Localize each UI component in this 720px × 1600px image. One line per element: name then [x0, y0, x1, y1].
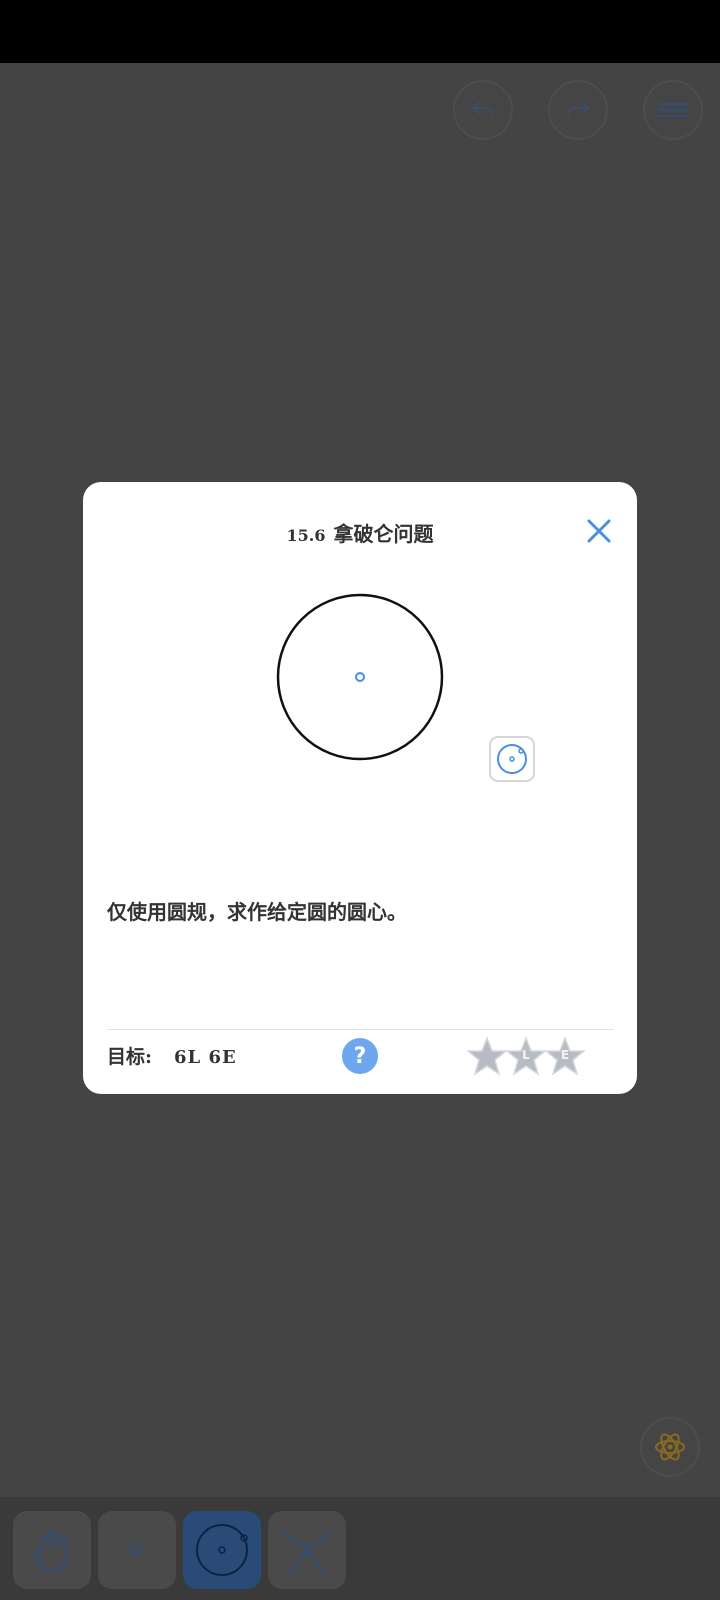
center-point [355, 672, 365, 682]
hand-tool[interactable] [13, 1511, 91, 1589]
hamburger-menu-icon [658, 99, 688, 121]
status-bar [0, 0, 720, 63]
star-label-l: L [522, 1048, 530, 1062]
hand-icon [33, 1531, 67, 1572]
goal: 目标: 6L 6E [107, 1042, 237, 1069]
point-tool[interactable] [98, 1511, 176, 1589]
compass-tool[interactable] [183, 1511, 261, 1589]
level-dialog: 15.6 拿破仑问题 仅使用圆规，求作给定圆的圆心。 目标: 6L 6E ? L [83, 482, 637, 1094]
redo-button[interactable] [548, 80, 608, 140]
given-circle [276, 593, 444, 761]
undo-button[interactable] [453, 80, 513, 140]
atom-settings-icon [655, 1433, 685, 1461]
intersect-tool[interactable] [268, 1511, 346, 1589]
menu-button[interactable] [643, 80, 703, 140]
given-circle-figure [276, 593, 444, 761]
task-description: 仅使用圆规，求作给定圆的圆心。 [107, 900, 407, 924]
star-rating: L E [467, 1036, 585, 1076]
star-icon [467, 1036, 507, 1076]
undo-arrow-icon [471, 101, 494, 119]
level-title: 拿破仑问题 [333, 522, 434, 546]
compass-hint-icon [489, 736, 535, 782]
divider [107, 1029, 614, 1030]
close-button[interactable] [584, 516, 614, 546]
help-button[interactable]: ? [342, 1038, 378, 1074]
settings-button[interactable] [640, 1417, 700, 1477]
point-icon [131, 1544, 143, 1556]
intersection-icon [282, 1531, 332, 1575]
star-label-e: E [560, 1048, 570, 1062]
level-number: 15.6 [286, 526, 326, 545]
dialog-title: 15.6 拿破仑问题 [83, 518, 637, 547]
goal-value: 6L 6E [174, 1047, 237, 1068]
close-x-icon [587, 519, 611, 543]
compass-circle-icon [196, 1524, 248, 1576]
goal-label: 目标: [107, 1046, 153, 1068]
redo-arrow-icon [567, 101, 590, 119]
